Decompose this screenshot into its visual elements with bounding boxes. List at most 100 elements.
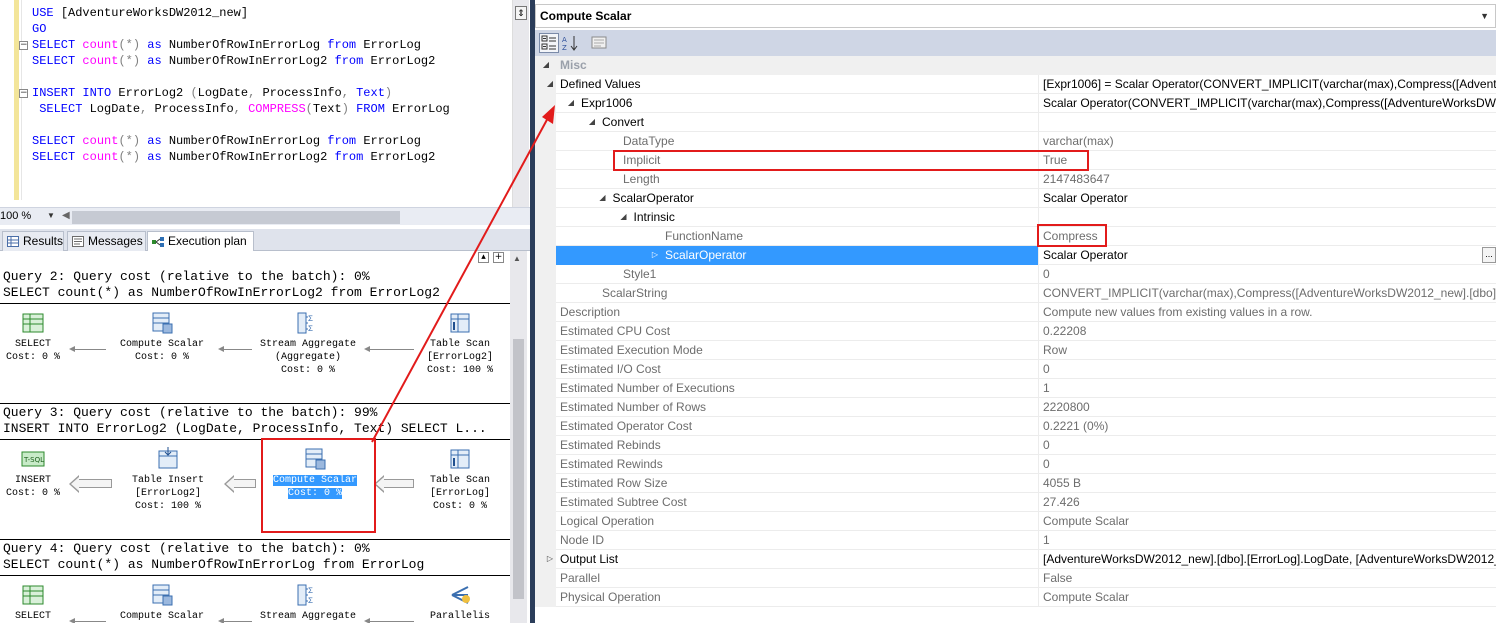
scrollbar-thumb[interactable] <box>513 339 524 599</box>
property-name: DataType <box>623 134 675 148</box>
plan-data-flow-arrow <box>224 475 256 493</box>
property-row[interactable]: ▷ Output List [AdventureWorksDW2012_new].[… <box>535 550 1496 569</box>
plan-operator[interactable]: SELECT Cost: 0 % <box>3 311 63 364</box>
plan-operator[interactable]: Compute Scalar Cost: 0 % <box>112 311 212 364</box>
property-row[interactable]: ◢ Defined Values [Expr1006] = Scalar Opera… <box>535 75 1496 94</box>
property-row[interactable]: Estimated Operator Cost 0.2221 (0%) <box>535 417 1496 436</box>
collapse-icon[interactable]: ◢ <box>544 75 556 94</box>
property-row[interactable]: Physical Operation Compute Scalar <box>535 588 1496 607</box>
plan-operator[interactable]: Table Insert [ErrorLog2] Cost: 100 % <box>118 447 218 513</box>
plan-operator[interactable]: T-SQL INSERT Cost: 0 % <box>3 447 63 500</box>
plan-header: ▴ + <box>0 251 510 265</box>
chevron-down-icon[interactable]: ▼ <box>47 211 55 220</box>
property-name: Style1 <box>623 267 657 281</box>
tab-results[interactable]: Results <box>2 231 64 251</box>
code-token: SELECT <box>32 150 83 164</box>
collapse-icon[interactable]: − <box>19 41 28 50</box>
property-row[interactable]: Estimated Subtree Cost 27.426 <box>535 493 1496 512</box>
property-row[interactable]: Length 2147483647 <box>535 170 1496 189</box>
property-row[interactable]: ◢ ScalarOperator Scalar Operator <box>535 189 1496 208</box>
plan-operator[interactable]: Σ Σ Stream Aggregate (Aggregate) Cost: 0 % <box>258 311 358 377</box>
collapse-icon[interactable]: ◢ <box>586 113 598 132</box>
plan-operator[interactable]: Parallelis <box>420 583 500 623</box>
plan-operator[interactable]: Compute Scalar <box>112 583 212 623</box>
property-pages-button[interactable] <box>589 33 609 53</box>
svg-text:Σ: Σ <box>308 315 313 324</box>
svg-text:Σ: Σ <box>308 325 313 334</box>
property-row[interactable]: ◢ Expr1006 Scalar Operator(CONVERT_IMPLICI… <box>535 94 1496 113</box>
editor-horizontal-scrollbar[interactable] <box>72 211 400 224</box>
collapse-icon[interactable]: − <box>19 89 28 98</box>
property-name: Estimated Operator Cost <box>560 419 693 433</box>
properties-object-selector[interactable]: Compute Scalar ▼ <box>535 4 1496 28</box>
property-row[interactable]: ScalarOperator ▷ Scalar Operator... <box>535 246 1496 265</box>
minus-icon[interactable]: ▴ <box>478 252 489 263</box>
tab-messages[interactable]: Messages <box>67 231 146 251</box>
expand-icon[interactable]: ▷ <box>544 550 556 569</box>
property-row[interactable]: Estimated Rewinds 0 <box>535 455 1496 474</box>
expand-icon[interactable]: ▷ <box>649 246 661 265</box>
code-line[interactable]: USE [AdventureWorksDW2012_new] <box>32 5 450 21</box>
code-line[interactable]: GO <box>32 21 450 37</box>
property-row[interactable]: ◢ Convert <box>535 113 1496 132</box>
property-row[interactable]: ScalarString CONVERT_IMPLICIT(varchar(max… <box>535 284 1496 303</box>
property-row[interactable]: Estimated Rebinds 0 <box>535 436 1496 455</box>
sql-code[interactable]: USE [AdventureWorksDW2012_new] GO SELECT c… <box>32 5 450 165</box>
property-row[interactable]: Estimated Number of Rows 2220800 <box>535 398 1496 417</box>
property-row[interactable]: Estimated CPU Cost 0.22208 <box>535 322 1496 341</box>
zoom-level[interactable]: 100 % <box>0 210 31 222</box>
code-line[interactable] <box>32 117 450 133</box>
property-row[interactable]: ◢ Intrinsic <box>535 208 1496 227</box>
chevron-down-icon[interactable]: ▼ <box>1480 5 1489 27</box>
property-name: Estimated Rebinds <box>560 438 661 452</box>
property-row[interactable]: Logical Operation Compute Scalar <box>535 512 1496 531</box>
code-line[interactable]: SELECT count(*) as NumberOfRowInErrorLog… <box>32 133 450 149</box>
property-row[interactable]: Estimated Execution Mode Row <box>535 341 1496 360</box>
property-row[interactable]: DataType varchar(max) <box>535 132 1496 151</box>
plan-data-flow-arrow <box>218 618 252 623</box>
plan-operator[interactable]: Table Scan [ErrorLog] Cost: 0 % <box>420 447 500 513</box>
collapse-icon[interactable]: ◢ <box>618 208 630 227</box>
scroll-up-icon[interactable]: ▲ <box>513 254 521 263</box>
collapse-icon[interactable]: ◢ <box>540 56 552 75</box>
collapse-icon[interactable]: ◢ <box>565 94 577 113</box>
code-line[interactable]: INSERT INTO ErrorLog2 (LogDate, ProcessI… <box>32 85 450 101</box>
code-line[interactable]: SELECT count(*) as NumberOfRowInErrorLog… <box>32 149 450 165</box>
plan-operator[interactable]: Table Scan [ErrorLog2] Cost: 100 % <box>420 311 500 377</box>
collapse-icon[interactable]: ◢ <box>597 189 609 208</box>
code-token: (*) <box>118 54 148 68</box>
execution-plan-view[interactable]: ▴ + Query 2: Query cost (relative to the… <box>0 251 510 623</box>
plan-vertical-scrollbar[interactable]: ▲ <box>510 251 527 623</box>
tab-execution-plan[interactable]: Execution plan <box>147 231 254 253</box>
query-separator <box>0 539 510 540</box>
property-row[interactable]: Estimated Row Size 4055 B <box>535 474 1496 493</box>
scroll-left-icon[interactable]: ◀ <box>62 210 70 221</box>
property-row[interactable]: Description Compute new values from exist… <box>535 303 1496 322</box>
ellipsis-button[interactable]: ... <box>1482 247 1496 263</box>
code-line[interactable]: SELECT count(*) as NumberOfRowInErrorLog… <box>32 37 450 53</box>
property-row[interactable]: Estimated Number of Executions 1 <box>535 379 1496 398</box>
code-line[interactable]: SELECT count(*) as NumberOfRowInErrorLog… <box>32 53 450 69</box>
property-row[interactable]: Parallel False <box>535 569 1496 588</box>
operator-label: Table Scan [ErrorLog2] Cost: 100 % <box>426 339 493 376</box>
property-row[interactable]: Estimated I/O Cost 0 <box>535 360 1496 379</box>
property-category-misc[interactable]: ◢ Misc <box>535 56 1496 75</box>
editor-vertical-scrollbar[interactable]: ⇕ <box>512 0 529 207</box>
svg-text:T-SQL: T-SQL <box>23 456 44 464</box>
property-row[interactable]: Style1 0 <box>535 265 1496 284</box>
plus-icon[interactable]: + <box>493 252 504 263</box>
categorized-button[interactable] <box>539 33 559 53</box>
split-icon[interactable]: ⇕ <box>515 6 527 20</box>
property-row[interactable]: Node ID 1 <box>535 531 1496 550</box>
property-name: Estimated Rewinds <box>560 457 663 471</box>
plan-operator[interactable]: Σ Σ Stream Aggregate <box>258 583 358 623</box>
sql-editor[interactable]: − − USE [AdventureWorksDW2012_new] GO SELE… <box>0 0 512 207</box>
property-value: 0.2221 (0%) <box>1038 417 1496 436</box>
alphabetical-button[interactable]: AZ <box>561 33 581 53</box>
row-gutter <box>535 303 556 322</box>
code-line[interactable] <box>32 69 450 85</box>
code-line[interactable]: SELECT LogDate, ProcessInfo, COMPRESS(Te… <box>32 101 450 117</box>
property-row[interactable]: FunctionName Compress <box>535 227 1496 246</box>
code-token: ) <box>341 102 357 116</box>
plan-operator[interactable]: SELECT <box>3 583 63 623</box>
